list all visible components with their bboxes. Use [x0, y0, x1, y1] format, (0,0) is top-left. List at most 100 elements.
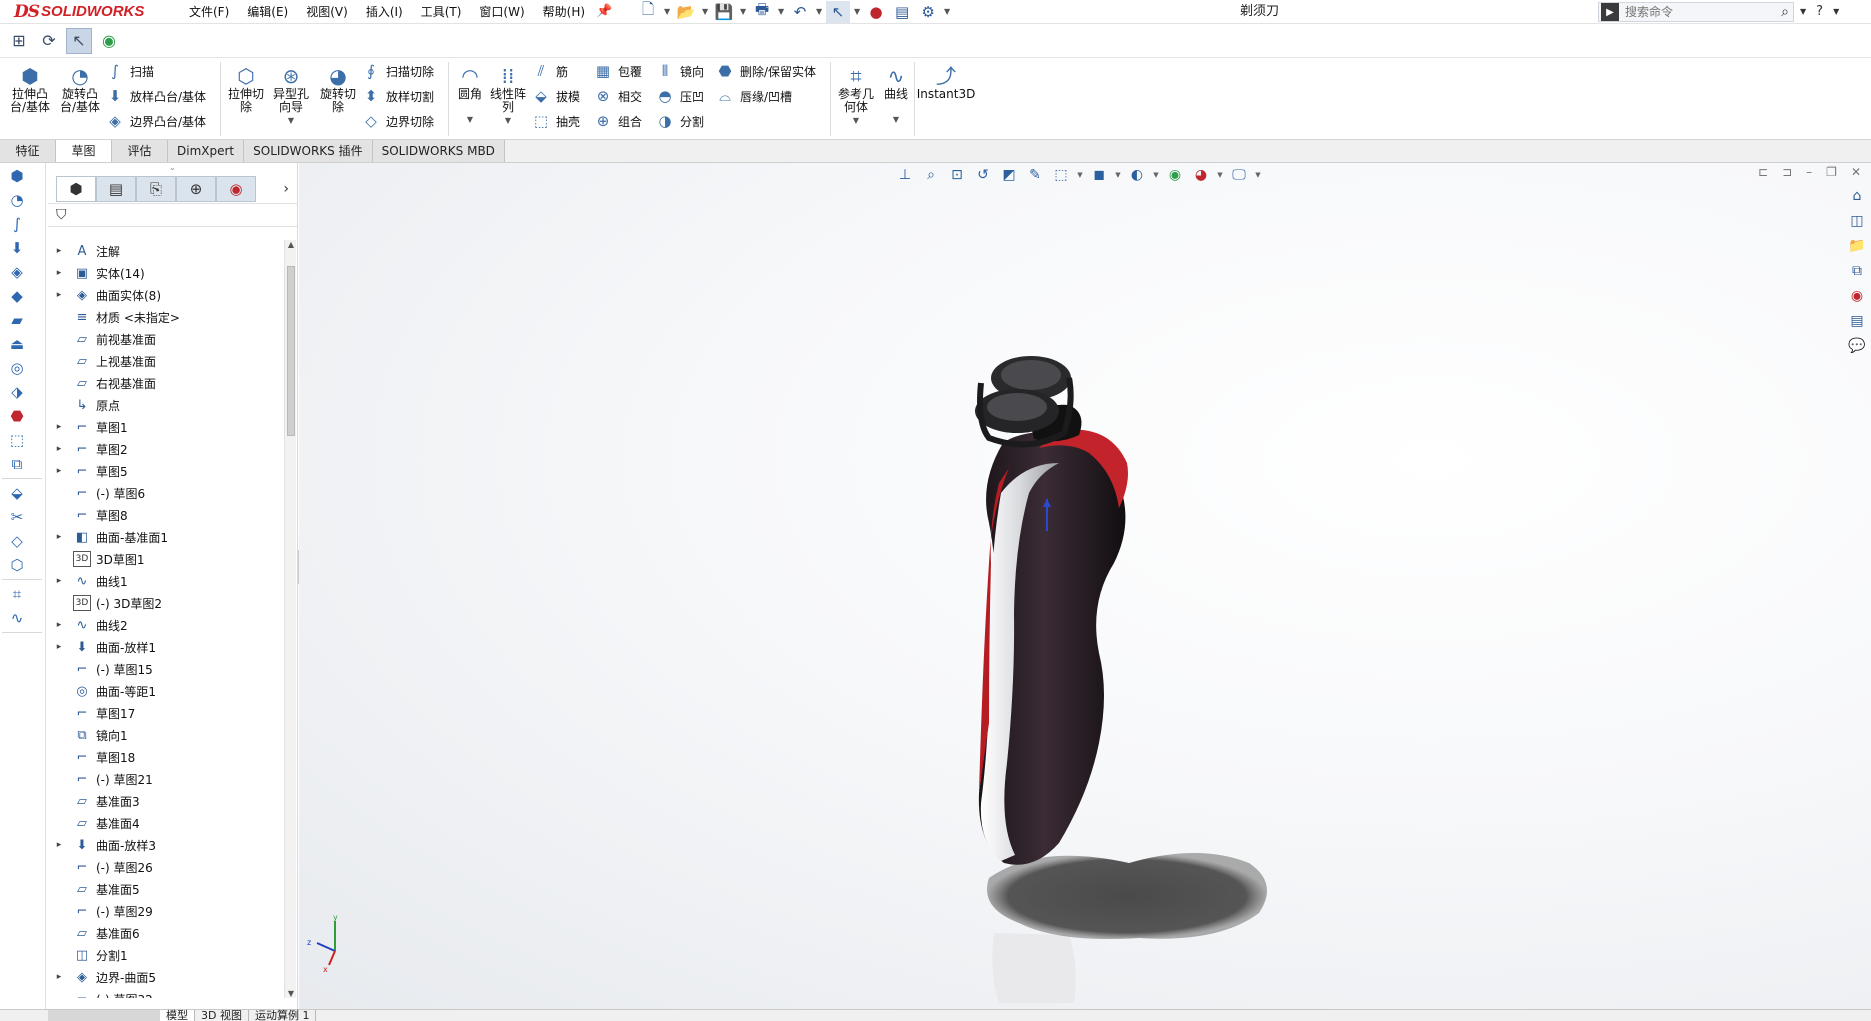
- configuration-manager-tab-icon[interactable]: ⎘: [136, 176, 176, 202]
- display-manager-tab-icon[interactable]: ◉: [216, 176, 256, 202]
- undo-dropdown-icon[interactable]: ▼: [814, 7, 824, 16]
- tree-item[interactable]: ▸ ∿ 曲线2: [48, 614, 284, 636]
- tree-item[interactable]: 3D 3D草图1: [48, 548, 284, 570]
- view-settings-dropdown-icon[interactable]: ▼: [1254, 171, 1262, 179]
- boundary-icon[interactable]: ◈: [4, 261, 30, 283]
- design-library-icon[interactable]: ◫: [1845, 210, 1869, 232]
- file-explorer-icon[interactable]: 📁: [1845, 235, 1869, 257]
- expand-arrow-icon[interactable]: ▸: [54, 444, 64, 454]
- view-orientation-cube-icon[interactable]: ⬚: [1050, 165, 1072, 185]
- property-manager-tab-icon[interactable]: ▤: [96, 176, 136, 202]
- extrude-boss-button[interactable]: ⬢ 拉伸凸 台/基体: [8, 64, 52, 114]
- tree-item[interactable]: ▸ ◈ 曲面实体(8): [48, 284, 284, 306]
- tab-motion-study[interactable]: 运动算例 1: [249, 1009, 317, 1021]
- open-folder-icon[interactable]: 📂: [674, 1, 698, 23]
- expand-arrow-icon[interactable]: ▸: [54, 422, 64, 432]
- tab-dimxpert[interactable]: DimXpert: [168, 140, 245, 162]
- shell-button[interactable]: ⬚ 抽壳: [532, 110, 580, 132]
- expand-arrow-icon[interactable]: ▸: [54, 532, 64, 542]
- tree-item[interactable]: ⌐ (-) 草图15: [48, 658, 284, 680]
- appearance-icon[interactable]: ◉: [96, 28, 122, 54]
- tree-item[interactable]: ▸ ⬇ 曲面-放样1: [48, 636, 284, 658]
- tree-item[interactable]: ▸ ▣ 实体(14): [48, 262, 284, 284]
- tree-item[interactable]: ▸ ⌐ 草图2: [48, 438, 284, 460]
- tree-item[interactable]: ▸ ⌐ 草图5: [48, 460, 284, 482]
- hole-wizard-button[interactable]: ⊛ 异型孔 向导 ▼: [270, 64, 312, 127]
- rebuild-icon[interactable]: ⟳: [36, 28, 62, 54]
- tree-item[interactable]: ⌐ 草图17: [48, 702, 284, 724]
- extrude-cut-button[interactable]: ⬡ 拉伸切 除: [226, 64, 266, 114]
- tree-item[interactable]: ≡ 材质 <未指定>: [48, 306, 284, 328]
- planar-surface-icon[interactable]: ▰: [4, 309, 30, 331]
- expand-arrow-icon[interactable]: ▸: [54, 466, 64, 476]
- hole-wizard-dropdown-icon[interactable]: ▼: [288, 114, 294, 127]
- delete-keep-body-button[interactable]: ⬣ 删除/保留实体: [716, 60, 816, 82]
- select-dropdown-icon[interactable]: ▼: [852, 7, 862, 16]
- tree-item[interactable]: ▸ ◧ 曲面-基准面1: [48, 526, 284, 548]
- menu-insert[interactable]: 插入(I): [357, 0, 412, 24]
- menu-help[interactable]: 帮助(H): [534, 0, 594, 24]
- previous-view-icon[interactable]: ↺: [972, 165, 994, 185]
- loft-icon[interactable]: ⬇: [4, 237, 30, 259]
- tab-model[interactable]: 模型: [160, 1009, 195, 1021]
- tree-item[interactable]: 3D (-) 3D草图2: [48, 592, 284, 614]
- search-icon[interactable]: ⌕: [1781, 4, 1789, 20]
- mirror-button[interactable]: ⫴ 镜向: [656, 60, 704, 82]
- expand-arrow-icon[interactable]: ▸: [54, 246, 64, 256]
- display-style-icon[interactable]: ◼: [1088, 165, 1110, 185]
- solidworks-resources-home-icon[interactable]: ⌂: [1845, 185, 1869, 207]
- tab-sketch[interactable]: 草图: [56, 140, 112, 162]
- tree-item[interactable]: ▱ 右视基准面: [48, 372, 284, 394]
- intersect-button[interactable]: ⊗ 相交: [594, 85, 642, 107]
- tree-item[interactable]: ▱ 基准面5: [48, 878, 284, 900]
- loft-boss-button[interactable]: ⬇ 放样凸台/基体: [106, 85, 206, 107]
- custom-properties-icon[interactable]: ▤: [1845, 310, 1869, 332]
- thicken-icon[interactable]: ◆: [4, 285, 30, 307]
- tree-item[interactable]: ▱ 前视基准面: [48, 328, 284, 350]
- revolve-cut-button[interactable]: ◕ 旋转切 除: [318, 64, 358, 114]
- section-view-icon[interactable]: ◩: [998, 165, 1020, 185]
- scrollbar-thumb[interactable]: [287, 266, 295, 436]
- menu-edit[interactable]: 编辑(E): [238, 0, 297, 24]
- indent-button[interactable]: ◓ 压凹: [656, 85, 704, 107]
- tab-solidworks-mbd[interactable]: SOLIDWORKS MBD: [372, 140, 505, 162]
- revolve-boss-button[interactable]: ◔ 旋转凸 台/基体: [58, 64, 102, 114]
- options-gear-icon[interactable]: ⚙: [916, 1, 940, 23]
- feature-tree-tab-icon[interactable]: ⬢: [56, 176, 96, 202]
- solidworks-logo[interactable]: DS SOLIDWORKS: [0, 0, 150, 24]
- options-dropdown-icon[interactable]: ▼: [942, 7, 952, 16]
- tree-item[interactable]: ⌐ 草图8: [48, 504, 284, 526]
- tree-item[interactable]: ⌐ (-) 草图29: [48, 900, 284, 922]
- curves-button[interactable]: ∿ 曲线 ▼: [880, 64, 912, 126]
- reference-geometry-button[interactable]: ⌗ 参考几 何体 ▼: [836, 64, 876, 127]
- wrap-button[interactable]: ▦ 包覆: [594, 60, 642, 82]
- extrude-boss-icon[interactable]: ⬢: [4, 165, 30, 187]
- tree-item[interactable]: ▸ A 注解: [48, 240, 284, 262]
- rib-button[interactable]: ⫽ 筋: [532, 60, 568, 82]
- expand-arrow-icon[interactable]: ▸: [54, 840, 64, 850]
- apply-scene-icon[interactable]: ◕: [1190, 165, 1212, 185]
- file-properties-icon[interactable]: ▤: [890, 1, 914, 23]
- help-dropdown-icon[interactable]: ▼: [1833, 0, 1839, 24]
- scroll-down-arrow-icon[interactable]: ▼: [285, 989, 297, 998]
- swept-cut-button[interactable]: ∮ 扫描切除: [362, 60, 434, 82]
- edit-appearance-icon[interactable]: ◉: [1164, 165, 1186, 185]
- dynamic-annotation-icon[interactable]: ✎: [1024, 165, 1046, 185]
- expand-arrow-icon[interactable]: ▸: [54, 290, 64, 300]
- tree-item[interactable]: ⌐ (-) 草图21: [48, 768, 284, 790]
- tree-item[interactable]: ⌐ (-) 草图6: [48, 482, 284, 504]
- tree-item[interactable]: ⌐ (-) 草图26: [48, 856, 284, 878]
- view-palette-icon[interactable]: ⧉: [1845, 260, 1869, 282]
- expand-arrow-icon[interactable]: ▸: [54, 576, 64, 586]
- menu-window[interactable]: 窗口(W): [470, 0, 533, 24]
- tree-item[interactable]: ▸ ⌐ 草图1: [48, 416, 284, 438]
- rebuild-traffic-light-icon[interactable]: ●: [864, 1, 888, 23]
- tree-item[interactable]: ⌐ (-) 草图32: [48, 988, 284, 999]
- menu-tools[interactable]: 工具(T): [412, 0, 471, 24]
- select-arrow-icon[interactable]: ↖: [66, 27, 92, 54]
- expand-arrow-icon[interactable]: ▸: [54, 268, 64, 278]
- expand-arrow-icon[interactable]: ▸: [54, 620, 64, 630]
- boundary-cut-button[interactable]: ◇ 边界切除: [362, 110, 434, 132]
- menu-file[interactable]: 文件(F): [180, 0, 238, 24]
- tree-item[interactable]: ▸ ◈ 边界-曲面5: [48, 966, 284, 988]
